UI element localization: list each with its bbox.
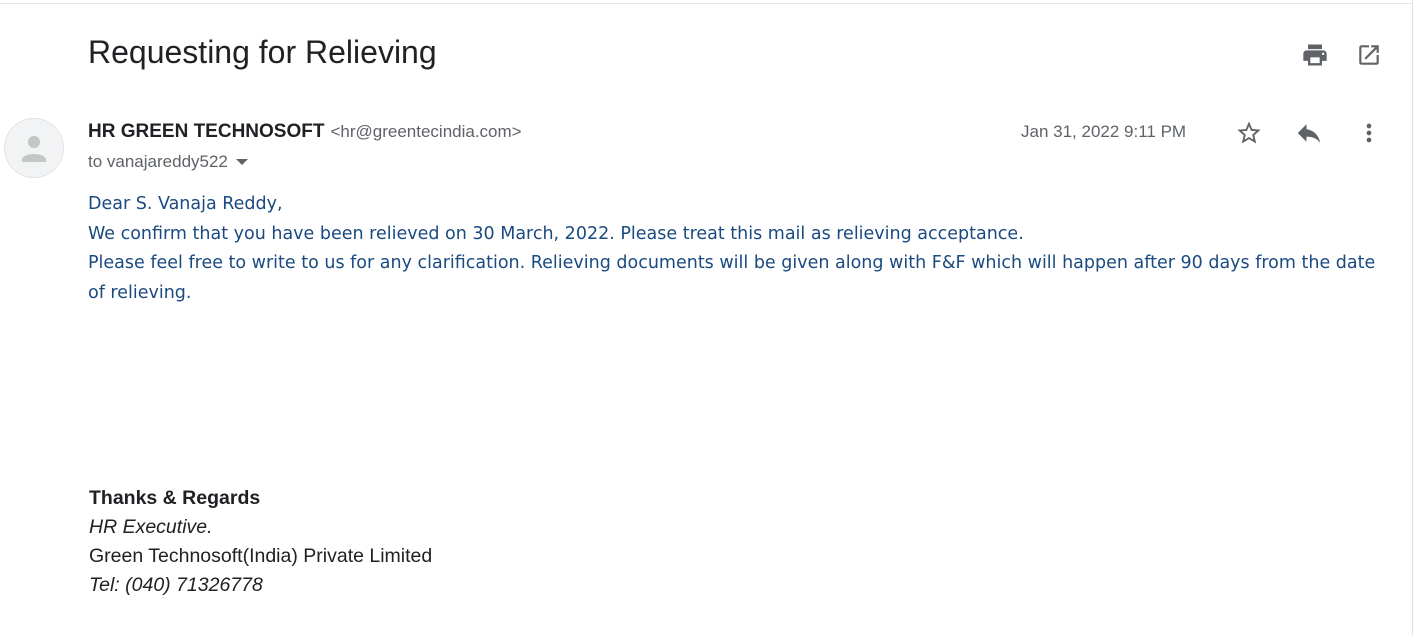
- open-in-new-window-icon[interactable]: [1354, 40, 1384, 70]
- recipient-label: to vanajareddy522: [88, 152, 228, 171]
- email-subject: Requesting for Relieving: [88, 34, 437, 70]
- sender-email: <hr@greentecindia.com>: [330, 122, 522, 141]
- more-options-icon[interactable]: [1352, 116, 1386, 150]
- signature-company: Green Technosoft(India) Private Limited: [89, 545, 433, 567]
- top-border: [0, 0, 1412, 4]
- email-date: Jan 31, 2022 9:11 PM: [1021, 122, 1187, 141]
- star-icon[interactable]: [1232, 116, 1266, 150]
- signature-title: HR Executive.: [89, 516, 213, 538]
- body-paragraph: Please feel free to write to us for any …: [88, 253, 1376, 303]
- email-signature: Thanks & Regards HR Executive. Green Tec…: [89, 484, 432, 600]
- signature-phone: Tel: (040) 71326778: [89, 574, 263, 596]
- reply-icon[interactable]: [1292, 116, 1326, 150]
- scrollbar[interactable]: [1412, 0, 1423, 635]
- print-icon[interactable]: [1300, 40, 1330, 70]
- sender-avatar[interactable]: [4, 118, 64, 178]
- body-greeting: Dear S. Vanaja Reddy,: [88, 194, 283, 214]
- signature-closing: Thanks & Regards: [89, 487, 261, 509]
- sender-name[interactable]: HR GREEN TECHNOSOFT: [88, 121, 324, 142]
- body-paragraph: We confirm that you have been relieved o…: [88, 223, 1024, 244]
- chevron-down-icon[interactable]: [235, 159, 248, 165]
- sender-line: HR GREEN TECHNOSOFT <hr@greentecindia.com…: [88, 121, 522, 143]
- email-body: Dear S. Vanaja Reddy, We confirm that yo…: [88, 190, 1378, 308]
- default-avatar-icon: [22, 136, 46, 162]
- recipient-line: to vanajareddy522: [88, 152, 248, 172]
